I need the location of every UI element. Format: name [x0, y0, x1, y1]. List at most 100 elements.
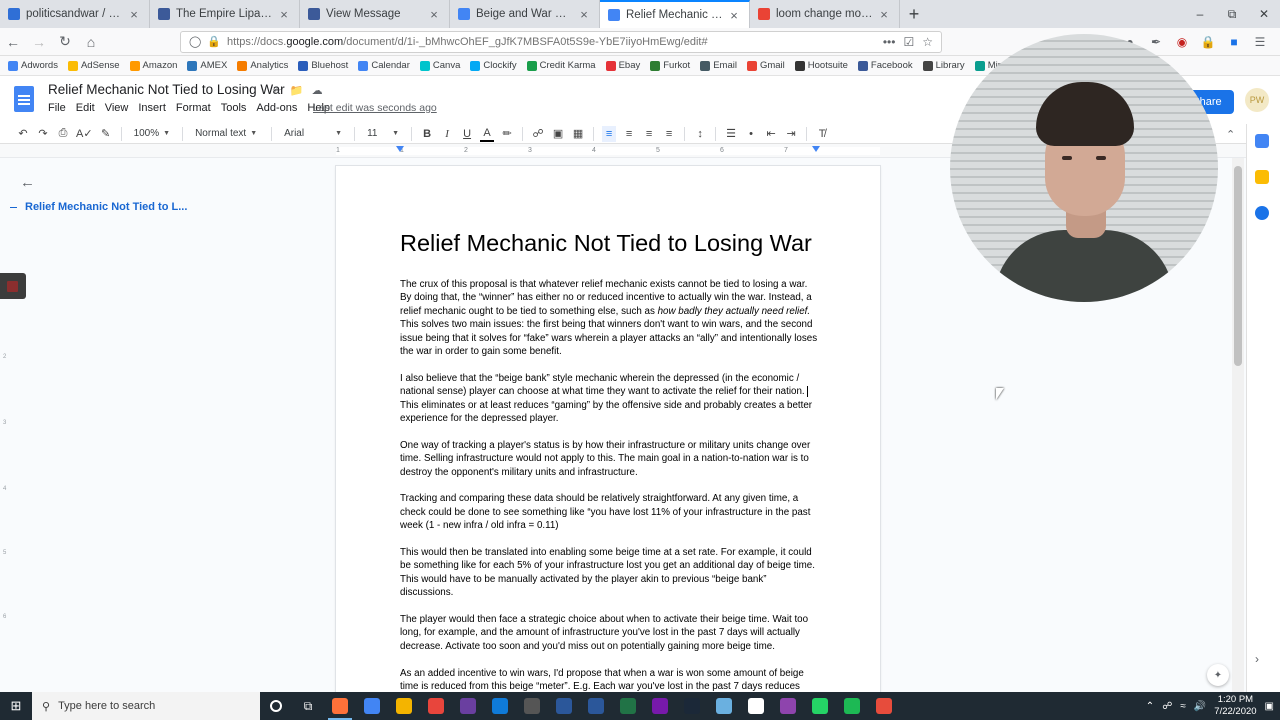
decrease-indent-icon[interactable]: ⇤ [764, 126, 778, 142]
document-paragraph[interactable]: As an added incentive to win wars, I'd p… [400, 667, 816, 694]
restore-icon[interactable]: ⧉ [1216, 0, 1248, 28]
paint-format-icon[interactable]: ✎ [99, 126, 113, 142]
taskbar-app-icon[interactable] [484, 692, 516, 720]
bookmark-item[interactable]: Hootsuite [794, 60, 848, 71]
taskbar-app-icon[interactable] [548, 692, 580, 720]
bookmark-item[interactable]: Facebook [857, 60, 913, 71]
bookmark-item[interactable]: Ebay [605, 60, 640, 71]
bookmark-item[interactable]: Clockify [470, 60, 517, 71]
close-tab-icon[interactable]: × [277, 7, 291, 22]
bookmark-item[interactable]: Email [700, 60, 737, 71]
bookmark-item[interactable]: Adwords [8, 60, 58, 71]
bookmark-item[interactable]: Furkot [650, 60, 690, 71]
tasks-icon[interactable] [1255, 206, 1269, 220]
taskbar-app-icon[interactable] [612, 692, 644, 720]
bookmark-item[interactable]: Canva [419, 60, 460, 71]
home-icon[interactable]: ⌂ [78, 30, 104, 54]
expand-panel-icon[interactable]: › [1255, 652, 1269, 666]
style-select[interactable]: Normal text ▼ [191, 128, 263, 139]
browser-tab[interactable]: loom change monitor - Goog × [750, 0, 900, 28]
extension-badge-icon[interactable]: ◉ [1172, 32, 1192, 52]
bookmark-item[interactable]: Credit Karma [526, 60, 596, 71]
bookmark-item[interactable]: Gmail [746, 60, 785, 71]
chevron-up-icon[interactable]: ⌃ [1146, 701, 1154, 712]
italic-icon[interactable]: I [440, 126, 454, 142]
bookmark-item[interactable]: AdSense [67, 60, 120, 71]
minimize-icon[interactable]: – [1184, 0, 1216, 28]
font-size-select[interactable]: 11 ▼ [363, 128, 403, 139]
close-window-icon[interactable]: ✕ [1248, 0, 1280, 28]
bookmark-star-icon[interactable]: ☆ [922, 35, 933, 49]
align-right-icon[interactable]: ≡ [642, 126, 656, 142]
taskbar-search[interactable]: ⚲ Type here to search [32, 692, 260, 720]
align-center-icon[interactable]: ≡ [622, 126, 636, 142]
clear-formatting-icon[interactable]: T̸ [815, 126, 829, 142]
bookmark-item[interactable]: AMEX [187, 60, 227, 71]
taskbar-app-icon[interactable] [516, 692, 548, 720]
taskbar-app-icon[interactable] [708, 692, 740, 720]
explore-icon[interactable]: ✦ [1207, 664, 1229, 686]
taskbar-app-icon[interactable] [740, 692, 772, 720]
image-icon[interactable]: ▦ [571, 126, 585, 142]
bookmark-item[interactable]: Analytics [237, 60, 288, 71]
document-page[interactable]: Relief Mechanic Not Tied to Losing War T… [336, 166, 880, 696]
taskbar-app-icon[interactable] [324, 692, 356, 720]
menu-item[interactable]: Format [176, 102, 211, 114]
link-icon[interactable]: ☍ [531, 126, 545, 142]
lock-extension-icon[interactable]: 🔒 [1198, 32, 1218, 52]
numbered-list-icon[interactable]: ☰ [724, 126, 738, 142]
taskbar-app-icon[interactable] [356, 692, 388, 720]
star-icon[interactable]: ☆ [272, 84, 282, 97]
menu-item[interactable]: Insert [138, 102, 166, 114]
highlight-icon[interactable]: ✏ [500, 126, 514, 142]
taskbar-app-icon[interactable] [388, 692, 420, 720]
eyedropper-icon[interactable]: ✒ [1146, 32, 1166, 52]
menu-item[interactable]: Add-ons [256, 102, 297, 114]
back-icon[interactable]: ← [0, 30, 26, 54]
taskbar-app-icon[interactable] [772, 692, 804, 720]
taskbar-app-icon[interactable] [452, 692, 484, 720]
print-icon[interactable]: ⎙ [56, 126, 70, 142]
menu-item[interactable]: View [105, 102, 129, 114]
scrollbar-thumb[interactable] [1234, 166, 1242, 366]
bold-icon[interactable]: B [420, 126, 434, 142]
font-select[interactable]: Arial ▼ [280, 128, 346, 139]
avatar[interactable]: PW [1245, 88, 1269, 112]
taskbar-app-icon[interactable] [836, 692, 868, 720]
browser-tab[interactable]: View Message × [300, 0, 450, 28]
notifications-icon[interactable]: ▣ [1265, 701, 1274, 712]
increase-indent-icon[interactable]: ⇥ [784, 126, 798, 142]
menu-icon[interactable]: ☰ [1250, 32, 1270, 52]
zoom-select[interactable]: 100% ▼ [130, 128, 175, 139]
reload-icon[interactable]: ↻ [52, 30, 78, 54]
url-bar[interactable]: ◯ 🔒 https://docs.google.com/document/d/1… [180, 30, 942, 53]
close-outline-icon[interactable]: ← [20, 174, 35, 191]
task-view-icon[interactable]: ⧉ [292, 692, 324, 720]
menu-item[interactable]: File [48, 102, 66, 114]
bookmark-item[interactable]: Bluehost [298, 60, 348, 71]
undo-icon[interactable]: ↶ [16, 126, 30, 142]
underline-icon[interactable]: U [460, 126, 474, 142]
menu-item[interactable]: Edit [76, 102, 95, 114]
collapse-menus-icon[interactable]: ⌃ [1226, 128, 1235, 141]
pocket-icon[interactable]: ☑ [903, 35, 914, 49]
move-folder-icon[interactable]: 📁 [290, 84, 304, 97]
network-icon[interactable]: ☍ [1162, 701, 1172, 712]
document-paragraph[interactable]: One way of tracking a player's status is… [400, 439, 816, 479]
taskbar-app-icon[interactable] [804, 692, 836, 720]
document-heading[interactable]: Relief Mechanic Not Tied to Losing War [400, 230, 812, 257]
outline-heading-item[interactable]: Relief Mechanic Not Tied to L... [10, 201, 187, 213]
document-paragraph[interactable]: I also believe that the “beige bank” sty… [400, 372, 816, 426]
bookmark-item[interactable]: Amazon [129, 60, 177, 71]
text-color-icon[interactable]: A [480, 126, 495, 142]
close-tab-icon[interactable]: × [427, 7, 441, 22]
close-tab-icon[interactable]: × [727, 8, 741, 23]
taskbar-app-icon[interactable] [676, 692, 708, 720]
right-indent-marker[interactable] [812, 146, 820, 152]
close-tab-icon[interactable]: × [577, 7, 591, 22]
redo-icon[interactable]: ↷ [36, 126, 50, 142]
line-spacing-icon[interactable]: ↕ [693, 126, 707, 142]
document-title[interactable]: Relief Mechanic Not Tied to Losing War [48, 82, 285, 97]
spellcheck-icon[interactable]: A✓ [76, 126, 93, 142]
align-left-icon[interactable]: ≡ [602, 125, 617, 142]
